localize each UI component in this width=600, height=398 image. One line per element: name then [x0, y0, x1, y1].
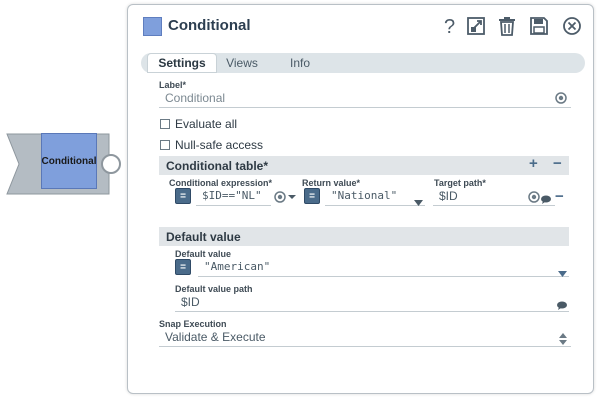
default-value-mode-button[interactable]: =: [175, 259, 191, 275]
default-value-path-input[interactable]: $ID: [175, 292, 569, 312]
comment-icon[interactable]: [541, 191, 551, 209]
default-value-dropdown-icon[interactable]: [558, 264, 567, 282]
conditional-table-title: Conditional table*: [166, 158, 268, 173]
expression-suggest-icon[interactable]: [274, 190, 296, 208]
remove-table-button[interactable]: −: [553, 155, 562, 172]
target-path-suggest-icon[interactable]: [528, 190, 540, 208]
expression-toggle-icon[interactable]: [555, 91, 567, 109]
default-value-section-title: Default value: [166, 229, 241, 244]
help-icon[interactable]: ?: [438, 15, 460, 37]
snap-settings-dialog: Conditional ? Settings Views Info Label*…: [127, 4, 594, 394]
default-value-input[interactable]: "American": [198, 257, 569, 277]
close-icon[interactable]: [561, 15, 583, 37]
label-input[interactable]: Conditional: [159, 88, 571, 108]
null-safe-checkbox[interactable]: [160, 140, 170, 150]
evaluate-all-label: Evaluate all: [175, 117, 238, 131]
expression-mode-button[interactable]: =: [175, 188, 191, 204]
return-value-input[interactable]: "National": [325, 186, 425, 206]
conditional-expression-input[interactable]: $ID=="NL": [196, 186, 271, 206]
snap-color-icon: [143, 17, 162, 36]
default-value-section-header: Default value: [159, 227, 569, 246]
delete-icon[interactable]: [496, 15, 518, 37]
svg-text:?: ?: [444, 16, 455, 36]
snap-execution-select[interactable]: Validate & Execute: [159, 327, 571, 347]
dialog-title: Conditional: [168, 17, 251, 34]
export-icon[interactable]: [465, 15, 487, 37]
default-value-path-comment-icon[interactable]: [557, 297, 567, 315]
remove-row-button[interactable]: −: [555, 188, 564, 205]
tab-views[interactable]: Views: [218, 53, 266, 73]
evaluate-all-checkbox[interactable]: [160, 119, 170, 129]
snap-execution-stepper-icon[interactable]: [559, 332, 567, 350]
tab-info[interactable]: Info: [278, 53, 322, 73]
tab-settings[interactable]: Settings: [147, 53, 217, 73]
snap-node-icon: Conditional: [41, 133, 97, 189]
conditional-table-header: Conditional table*: [159, 156, 569, 175]
snap-node-label: Conditional: [41, 155, 97, 167]
conditional-snap-node[interactable]: Conditional: [5, 128, 123, 200]
return-value-mode-button[interactable]: =: [304, 188, 320, 204]
add-row-button[interactable]: +: [529, 155, 538, 172]
save-icon[interactable]: [528, 15, 550, 37]
return-value-dropdown-icon[interactable]: [414, 193, 423, 211]
null-safe-label: Null-safe access: [175, 138, 264, 152]
